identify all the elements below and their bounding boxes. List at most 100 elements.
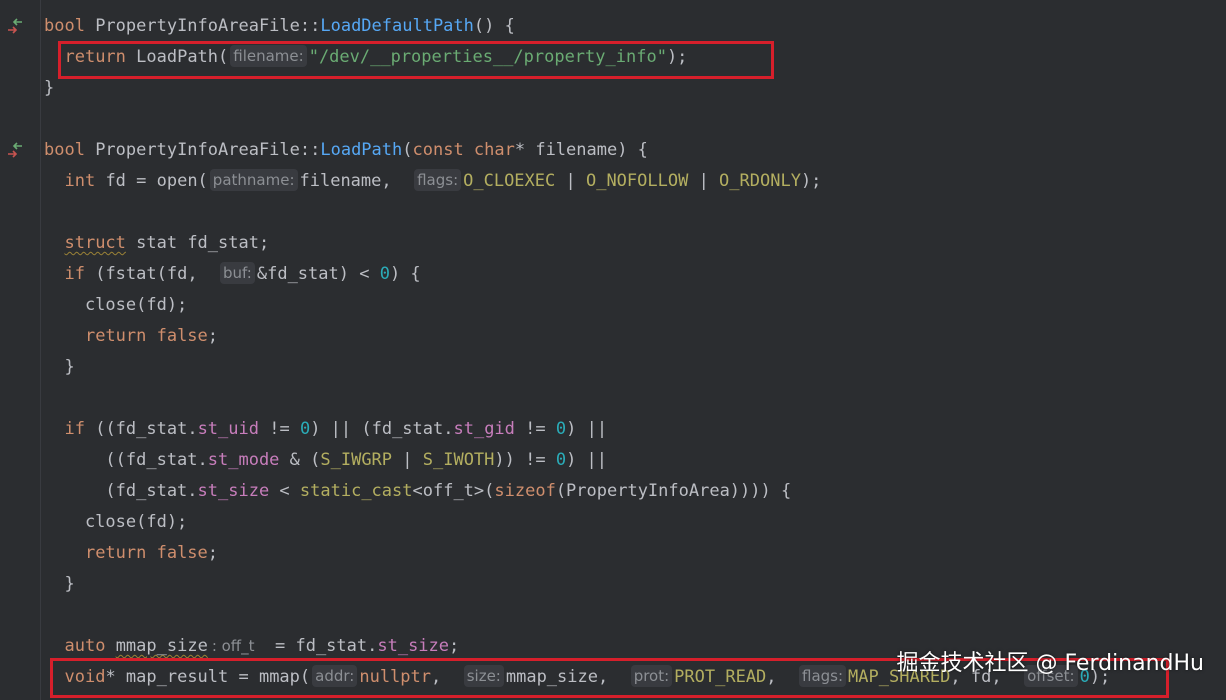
- keyword: if: [64, 264, 85, 284]
- code-line[interactable]: }: [44, 352, 75, 383]
- code-text: ((fd_stat.: [44, 450, 208, 470]
- code-line[interactable]: return false;: [44, 321, 218, 352]
- field-name: st_size: [197, 481, 270, 501]
- macro-name: O_CLOEXEC: [463, 171, 556, 191]
- code-text: close(fd);: [44, 512, 188, 532]
- macro-name: O_RDONLY: [719, 171, 801, 191]
- watermark: 掘金技术社区 @ FerdinandHu: [896, 651, 1204, 676]
- code-text: (: [402, 140, 413, 160]
- keyword: return false: [84, 543, 208, 563]
- code-text: stat fd_stat;: [125, 233, 270, 253]
- code-line[interactable]: bool PropertyInfoAreaFile::LoadDefaultPa…: [44, 11, 515, 42]
- macro-name: S_IWOTH: [422, 450, 495, 470]
- code-text: <: [269, 481, 300, 501]
- type-hint: : off_t: [211, 637, 255, 655]
- code-line[interactable]: close(fd);: [44, 290, 187, 321]
- code-text: |: [392, 450, 423, 470]
- code-text: mmap_size: [115, 636, 208, 656]
- override-implementation-icon[interactable]: [4, 140, 26, 162]
- highlight-box-loadpath: [58, 41, 774, 79]
- keyword: bool: [44, 16, 85, 36]
- keyword: bool: [44, 140, 85, 160]
- code-text: & (: [279, 450, 321, 470]
- code-text: filename,: [299, 171, 413, 191]
- keyword: if: [64, 419, 85, 439]
- number-literal: 0: [555, 419, 567, 439]
- code-text: ;: [449, 636, 460, 656]
- code-text: ) ||: [566, 450, 608, 470]
- code-text: }: [44, 574, 75, 594]
- code-text: fd = open(: [95, 171, 208, 191]
- code-text: !=: [258, 419, 300, 439]
- gutter-divider: [40, 0, 41, 700]
- code-line[interactable]: struct stat fd_stat;: [44, 228, 269, 259]
- code-line[interactable]: if (fstat(fd, buf: &fd_stat) < 0) {: [44, 259, 421, 290]
- code-text: )) !=: [494, 450, 556, 470]
- code-line[interactable]: ((fd_stat.st_mode & (S_IWGRP | S_IWOTH))…: [44, 445, 607, 476]
- code-line[interactable]: }: [44, 73, 54, 104]
- macro-name: static_cast: [299, 481, 413, 501]
- code-text: <off_t>(: [412, 481, 495, 501]
- code-line[interactable]: int fd = open(pathname: filename, flags: O…: [44, 166, 821, 197]
- keyword: sizeof: [494, 481, 556, 501]
- code-text: ((fd_stat.: [84, 419, 198, 439]
- field-name: st_uid: [197, 419, 259, 439]
- code-line[interactable]: }: [44, 569, 75, 600]
- code-text: }: [44, 78, 55, 98]
- code-text: );: [800, 171, 822, 191]
- macro-name: O_NOFOLLOW: [585, 171, 689, 191]
- parameter-hint: pathname:: [209, 169, 298, 191]
- number-literal: 0: [555, 450, 567, 470]
- field-name: st_mode: [207, 450, 280, 470]
- code-text: |: [555, 171, 586, 191]
- number-literal: 0: [299, 419, 311, 439]
- code-text: ;: [207, 326, 219, 346]
- macro-name: S_IWGRP: [320, 450, 393, 470]
- function-name: LoadPath: [320, 140, 403, 160]
- code-line[interactable]: close(fd);: [44, 507, 187, 538]
- override-implementation-icon[interactable]: [4, 16, 26, 38]
- keyword: auto: [64, 636, 106, 656]
- field-name: st_size: [377, 636, 450, 656]
- parameter-hint: flags:: [414, 169, 462, 191]
- code-text: &fd_stat) <: [256, 264, 380, 284]
- code-text: (PropertyInfoArea)))) {: [555, 481, 792, 501]
- code-text: ) {: [389, 264, 421, 284]
- code-text: = fd_stat.: [254, 636, 378, 656]
- code-text: !=: [514, 419, 556, 439]
- code-line[interactable]: if ((fd_stat.st_uid != 0) || (fd_stat.st…: [44, 414, 607, 445]
- code-text: |: [688, 171, 720, 191]
- code-text: (fd_stat.: [44, 481, 198, 501]
- code-line[interactable]: return false;: [44, 538, 218, 569]
- code-line[interactable]: (fd_stat.st_size < static_cast<off_t>(si…: [44, 476, 791, 507]
- keyword: return false: [84, 326, 208, 346]
- code-text: close(fd);: [44, 295, 188, 315]
- code-text: ) ||: [566, 419, 608, 439]
- code-text: ;: [207, 543, 219, 563]
- code-text: PropertyInfoAreaFile::: [84, 140, 321, 160]
- code-text: PropertyInfoAreaFile::: [84, 16, 321, 36]
- code-editor[interactable]: bool PropertyInfoAreaFile::LoadDefaultPa…: [0, 0, 1226, 700]
- gutter: [0, 0, 40, 700]
- code-text: ) || (fd_stat.: [310, 419, 454, 439]
- code-text: (fstat(fd,: [84, 264, 219, 284]
- keyword: const char: [412, 140, 515, 160]
- code-text: }: [44, 357, 75, 377]
- field-name: st_gid: [453, 419, 515, 439]
- function-name: LoadDefaultPath: [320, 16, 474, 36]
- keyword: int: [64, 171, 96, 191]
- code-line[interactable]: bool PropertyInfoAreaFile::LoadPath(cons…: [44, 135, 648, 166]
- code-text: * filename) {: [514, 140, 648, 160]
- keyword: struct: [64, 233, 126, 253]
- number-literal: 0: [379, 264, 390, 284]
- parameter-hint: buf:: [220, 262, 255, 284]
- code-text: () {: [473, 16, 515, 36]
